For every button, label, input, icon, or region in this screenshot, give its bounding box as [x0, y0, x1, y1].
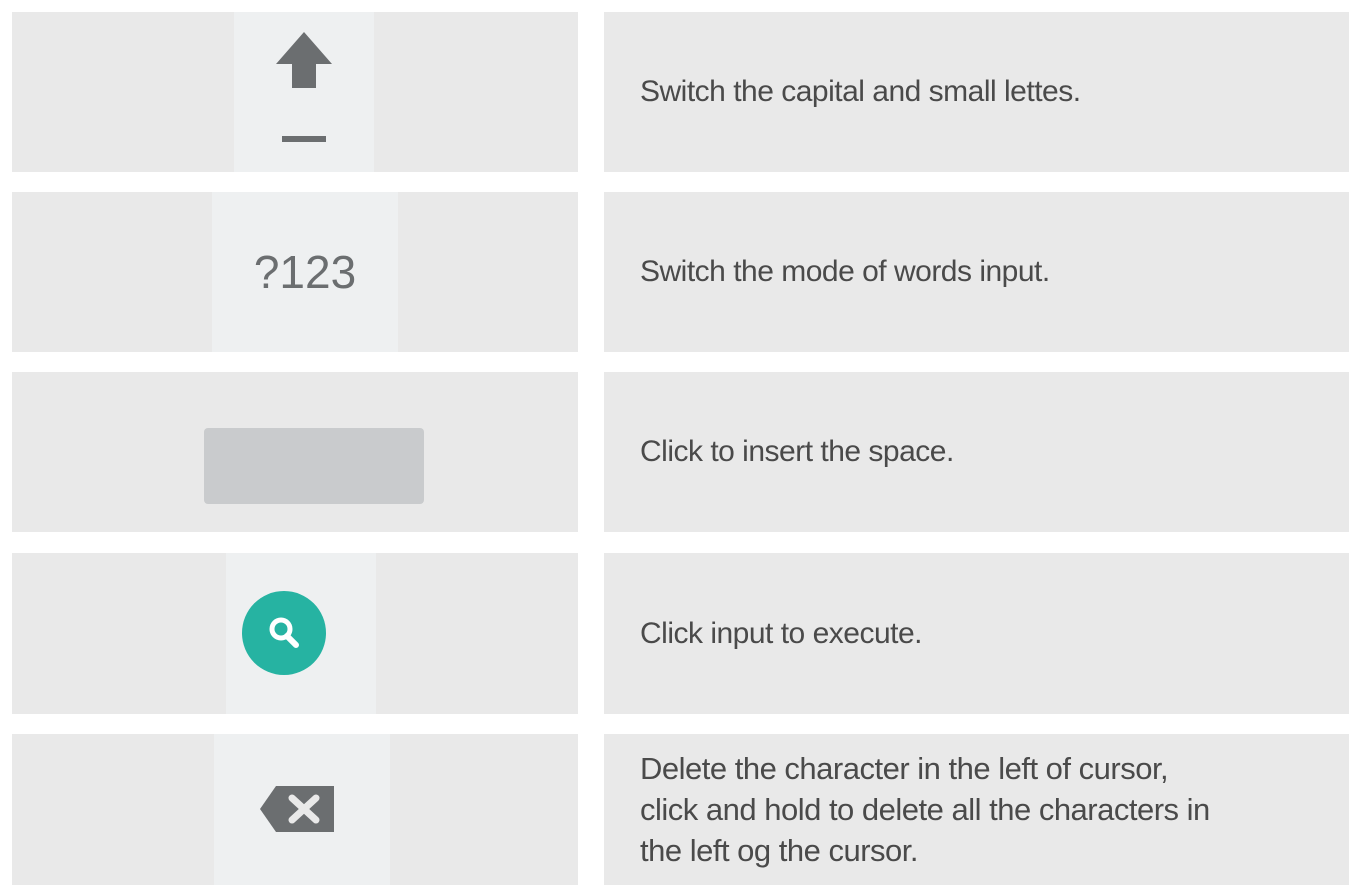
icon-cell	[12, 553, 578, 714]
description-line: Delete the character in the left of curs…	[640, 751, 1169, 786]
icon-cell	[12, 372, 578, 532]
table-row-backspace: Delete the character in the left of curs…	[0, 734, 1349, 885]
description-line: the left og the cursor.	[640, 833, 919, 868]
row-description: Click to insert the space.	[640, 435, 954, 468]
description-cell: Delete the character in the left of curs…	[604, 734, 1349, 885]
search-icon	[269, 617, 299, 648]
numeric-mode-key: ?123	[200, 192, 410, 352]
space-bar-key	[204, 428, 424, 504]
search-key	[242, 591, 326, 675]
row-description: Click input to execute.	[640, 616, 922, 650]
description-cell: Switch the capital and small lettes.	[604, 12, 1349, 172]
icon-cell	[12, 734, 578, 885]
keyboard-keys-table: Switch the capital and small lettes. ?12…	[0, 0, 1349, 885]
table-row-numeric-mode: ?123 Switch the mode of words input.	[0, 192, 1349, 352]
backspace-icon	[260, 786, 334, 832]
shift-key	[264, 22, 344, 162]
key-label: ?123	[253, 246, 357, 298]
table-row-shift: Switch the capital and small lettes.	[0, 12, 1349, 172]
table-row-search: Click input to execute.	[0, 553, 1349, 714]
table-row-space: Click to insert the space.	[0, 372, 1349, 532]
backspace-key	[254, 774, 344, 844]
row-description: Switch the capital and small lettes.	[640, 75, 1081, 108]
description-line: click and hold to delete all the charact…	[640, 792, 1210, 827]
search-button	[242, 591, 326, 675]
icon-cell	[12, 12, 578, 172]
description-cell: Switch the mode of words input.	[604, 192, 1349, 352]
row-description: Delete the character in the left of curs…	[640, 734, 1329, 885]
description-cell: Click to insert the space.	[604, 372, 1349, 532]
shift-arrow-icon	[276, 32, 332, 142]
row-description: Switch the mode of words input.	[640, 255, 1050, 288]
icon-cell: ?123	[12, 192, 578, 352]
description-cell: Click input to execute.	[604, 553, 1349, 714]
